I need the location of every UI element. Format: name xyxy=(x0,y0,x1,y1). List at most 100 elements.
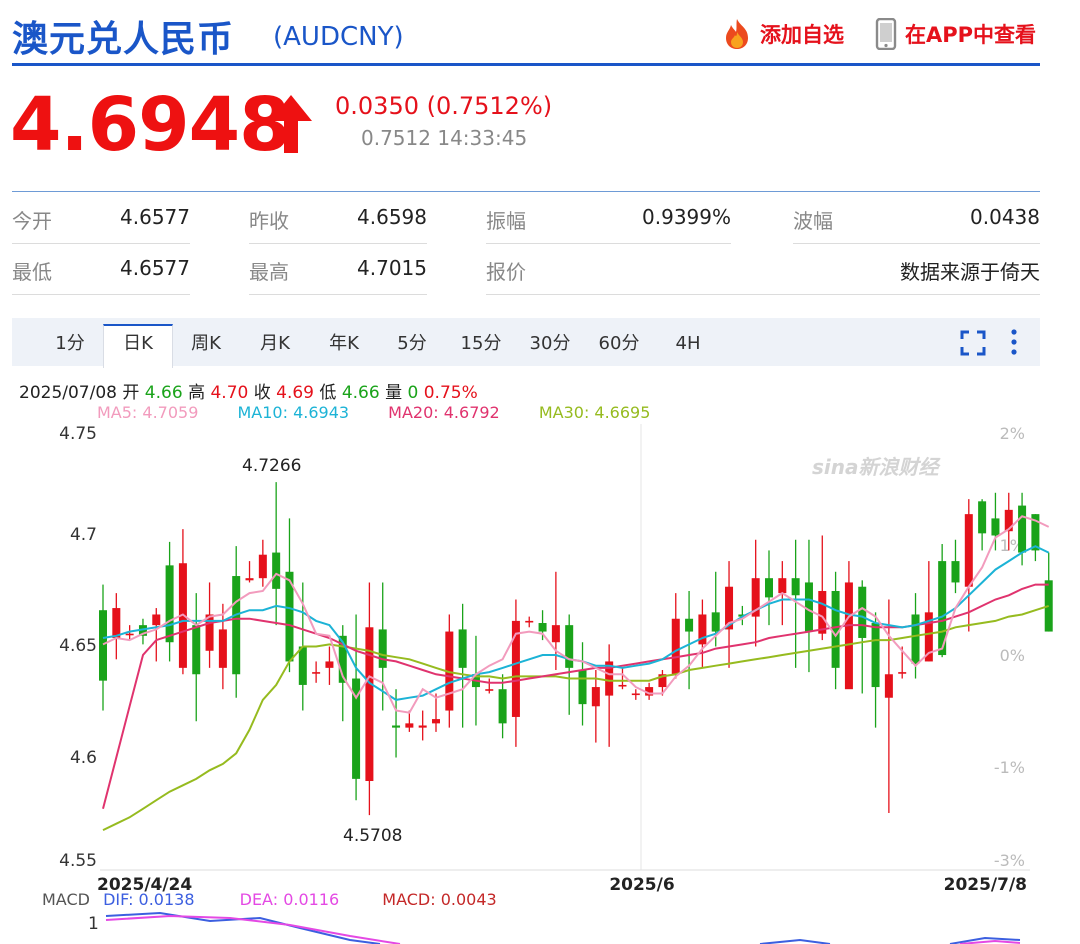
stat-label: 最高 xyxy=(249,260,289,284)
candle-body xyxy=(765,578,773,598)
candle-body xyxy=(99,610,107,681)
candle-body xyxy=(951,561,960,583)
open-label: 开 xyxy=(122,383,140,403)
stat-amplitude: 振幅 0.9399% xyxy=(486,193,731,244)
y-tick-label: 4.7 xyxy=(70,525,97,545)
add-favorite-button[interactable]: 添加自选 xyxy=(720,18,844,50)
stat-label: 报价 xyxy=(486,260,526,284)
tab-monthly[interactable]: 月K xyxy=(245,326,305,366)
candle-body xyxy=(418,725,427,728)
tab-1min[interactable]: 1分 xyxy=(40,326,100,366)
chart-period-tabs: 1分 日K 周K 月K 年K 5分 15分 30分 60分 4H xyxy=(12,318,1040,368)
y-tick-label: 4.75 xyxy=(59,424,97,444)
candle-body xyxy=(378,629,387,668)
tab-5min[interactable]: 5分 xyxy=(382,326,442,366)
stat-open: 今开 4.6577 xyxy=(12,193,190,244)
data-source-text: 数据来源于倚天 xyxy=(900,260,1040,284)
candle-body xyxy=(804,582,813,632)
stat-value: 4.6577 xyxy=(120,205,190,229)
candle-body xyxy=(964,514,973,587)
tab-15min[interactable]: 15分 xyxy=(451,326,511,366)
candle-body xyxy=(898,672,907,674)
ohlc-date: 2025/07/08 xyxy=(19,383,117,403)
view-in-app-label: 在APP中查看 xyxy=(905,23,1037,47)
candle-body xyxy=(405,723,414,728)
tab-yearly[interactable]: 年K xyxy=(314,326,374,366)
quote-time: 0.7512 14:33:45 xyxy=(361,126,528,150)
close-label: 收 xyxy=(253,383,271,403)
candle-body xyxy=(711,612,720,632)
fullscreen-icon[interactable] xyxy=(960,330,986,356)
candle-body xyxy=(911,614,920,664)
macd-label: MACD xyxy=(42,890,90,909)
candle-body xyxy=(551,625,560,643)
candle-body xyxy=(631,693,640,696)
stat-value: 4.6598 xyxy=(357,205,427,229)
candle-body xyxy=(978,501,987,534)
candle-body xyxy=(192,625,201,675)
symbol-code: (AUDCNY) xyxy=(273,22,404,52)
tab-30min[interactable]: 30分 xyxy=(520,326,580,366)
tab-60min[interactable]: 60分 xyxy=(589,326,649,366)
dif-line-tail xyxy=(759,938,831,944)
candle-body xyxy=(871,623,880,688)
macd-y-tick: 1 xyxy=(88,914,99,934)
candle-body xyxy=(312,672,321,674)
candle-body xyxy=(432,719,440,724)
candle-body xyxy=(392,725,401,728)
candle-body xyxy=(591,687,600,707)
candle-body xyxy=(165,565,174,643)
ohlc-info: 2025/07/08 开 4.66 高 4.70 收 4.69 低 4.66 量… xyxy=(19,378,478,403)
volume-value: 0 xyxy=(407,383,419,403)
max-price-annotation: 4.7266 xyxy=(242,456,301,476)
stat-label: 波幅 xyxy=(793,209,833,233)
volume-label: 量 xyxy=(385,383,403,403)
tab-weekly[interactable]: 周K xyxy=(176,326,236,366)
y-tick-label: 4.55 xyxy=(59,851,97,871)
candle-body xyxy=(218,629,227,668)
macd-chart[interactable]: 1 xyxy=(0,910,1080,944)
tab-daily[interactable]: 日K xyxy=(103,324,173,368)
view-in-app-button[interactable]: 在APP中查看 xyxy=(873,18,1036,50)
min-price-annotation: 4.5708 xyxy=(343,826,402,846)
candle-body xyxy=(232,576,241,675)
candle-body xyxy=(112,608,121,638)
price-change: 0.0350 (0.7512%) xyxy=(335,92,553,120)
ma20-line xyxy=(102,583,1049,810)
add-favorite-label: 添加自选 xyxy=(760,23,844,47)
low-value: 4.66 xyxy=(341,383,380,403)
pct-value: 0.75% xyxy=(423,383,478,403)
candle-body xyxy=(844,582,853,690)
stat-label: 振幅 xyxy=(486,209,526,233)
flame-icon xyxy=(726,19,748,49)
open-value: 4.66 xyxy=(144,383,183,403)
stat-value: 4.7015 xyxy=(357,256,427,280)
candle-body xyxy=(818,590,827,634)
x-axis-label: 2025/7/8 xyxy=(944,875,1027,894)
candle-body xyxy=(458,629,467,668)
header-divider xyxy=(12,63,1040,66)
candle-body xyxy=(778,578,787,594)
candlestick-chart[interactable]: sina新浪财经 4.754.74.654.64.55 2%1%0%-1%-3%… xyxy=(0,418,1080,894)
dif-legend: DIF: 0.0138 xyxy=(103,890,195,909)
candle-body xyxy=(258,554,267,579)
stat-value: 0.0438 xyxy=(970,205,1040,229)
stat-value: 0.9399% xyxy=(642,205,731,229)
dea-legend: DEA: 0.0116 xyxy=(239,890,340,909)
candle-body xyxy=(485,689,494,691)
stat-label: 今开 xyxy=(12,209,52,233)
candle-body xyxy=(671,618,680,675)
candle-body xyxy=(152,614,161,626)
more-icon[interactable] xyxy=(1006,328,1022,356)
sina-watermark: sina新浪财经 xyxy=(812,455,941,479)
candle-body xyxy=(525,620,534,623)
macd-legend: MACD DIF: 0.0138 DEA: 0.0116 MACD: 0.004… xyxy=(42,890,497,909)
page-title: 澳元兑人民币 xyxy=(12,19,235,60)
stat-range: 波幅 0.0438 xyxy=(793,193,1040,244)
candle-body xyxy=(245,578,254,581)
y-tick-label: 4.65 xyxy=(59,636,97,656)
tab-4h[interactable]: 4H xyxy=(658,326,718,366)
stat-label: 最低 xyxy=(12,260,52,284)
candle-body xyxy=(884,674,893,698)
candle-body xyxy=(831,590,840,668)
